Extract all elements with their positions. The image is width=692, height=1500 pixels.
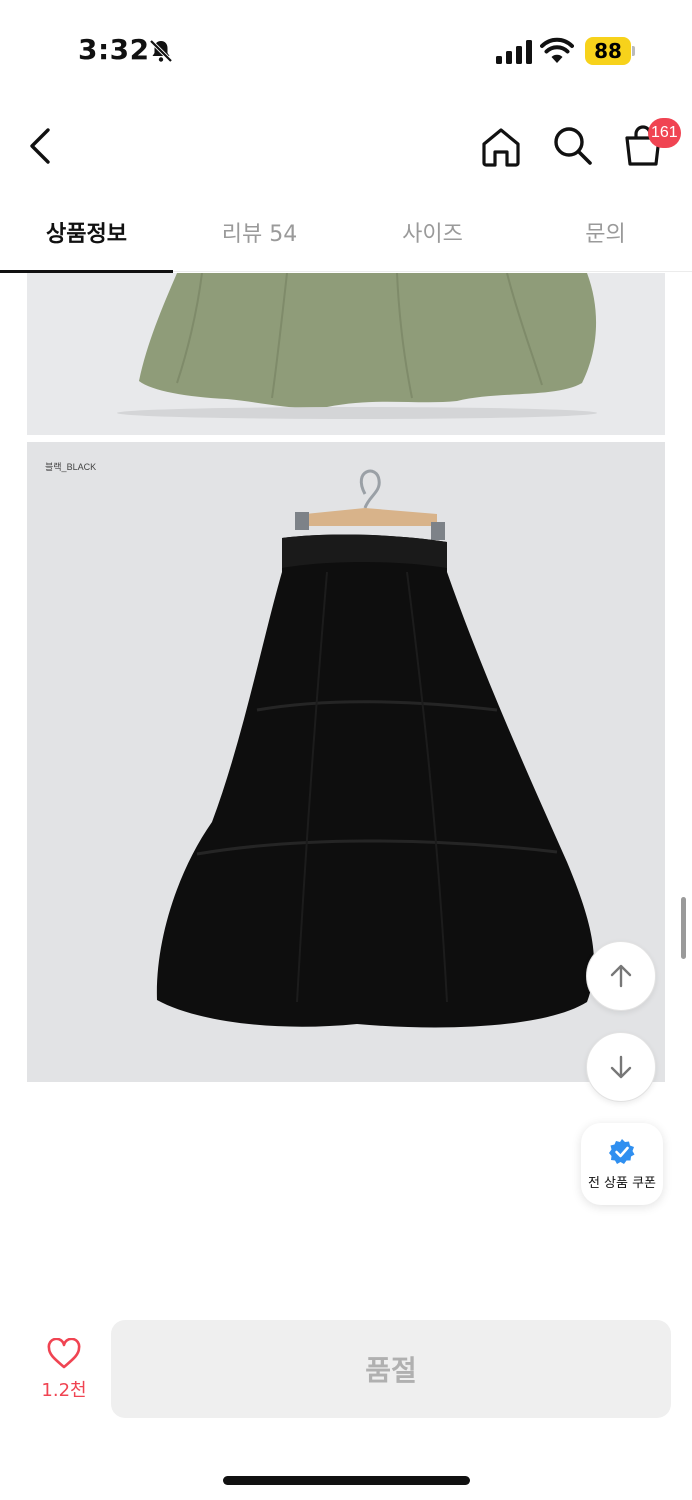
heart-icon xyxy=(47,1338,81,1369)
scroll-down-button[interactable] xyxy=(586,1032,656,1102)
wifi-icon xyxy=(540,37,574,63)
cellular-signal-icon xyxy=(496,40,532,64)
arrow-up-icon xyxy=(610,964,632,988)
bell-muted-icon xyxy=(149,39,173,63)
tab-size[interactable]: 사이즈 xyxy=(346,192,519,272)
battery-tip xyxy=(632,46,635,56)
back-arrow-icon[interactable] xyxy=(26,126,56,166)
tab-inquiry[interactable]: 문의 xyxy=(519,192,692,272)
home-icon[interactable] xyxy=(480,126,522,168)
product-detail-tabs: 상품정보 리뷰 54 사이즈 문의 xyxy=(0,192,692,273)
top-navigation xyxy=(0,100,692,192)
tab-product-info[interactable]: 상품정보 xyxy=(0,192,173,273)
product-photo-black-skirt: 블랙_BLACK xyxy=(27,442,665,1082)
wishlist-button[interactable]: 1.2천 xyxy=(28,1338,100,1418)
battery-indicator: 88 xyxy=(585,37,631,65)
product-photo-green-skirt xyxy=(27,273,665,435)
photo-color-caption: 블랙_BLACK xyxy=(45,462,97,472)
coupon-label: 전 상품 쿠폰 xyxy=(587,1175,657,1191)
sold-out-button[interactable]: 품절 xyxy=(111,1320,671,1418)
wishlist-count: 1.2천 xyxy=(41,1380,87,1401)
scroll-up-button[interactable] xyxy=(586,941,656,1011)
status-bar: 3:32 88 xyxy=(0,0,692,100)
black-skirt-image xyxy=(27,442,665,1082)
all-product-coupon-button[interactable]: 전 상품 쿠폰 xyxy=(581,1123,663,1205)
green-skirt-image xyxy=(27,273,665,435)
arrow-down-icon xyxy=(610,1055,632,1079)
cart-count-badge: 161 xyxy=(648,118,681,148)
home-indicator xyxy=(223,1476,470,1485)
tab-reviews[interactable]: 리뷰 54 xyxy=(173,192,346,272)
status-time: 3:32 xyxy=(78,33,150,66)
verified-badge-icon xyxy=(609,1138,635,1164)
scrollbar[interactable] xyxy=(681,897,686,959)
search-icon[interactable] xyxy=(551,124,593,166)
